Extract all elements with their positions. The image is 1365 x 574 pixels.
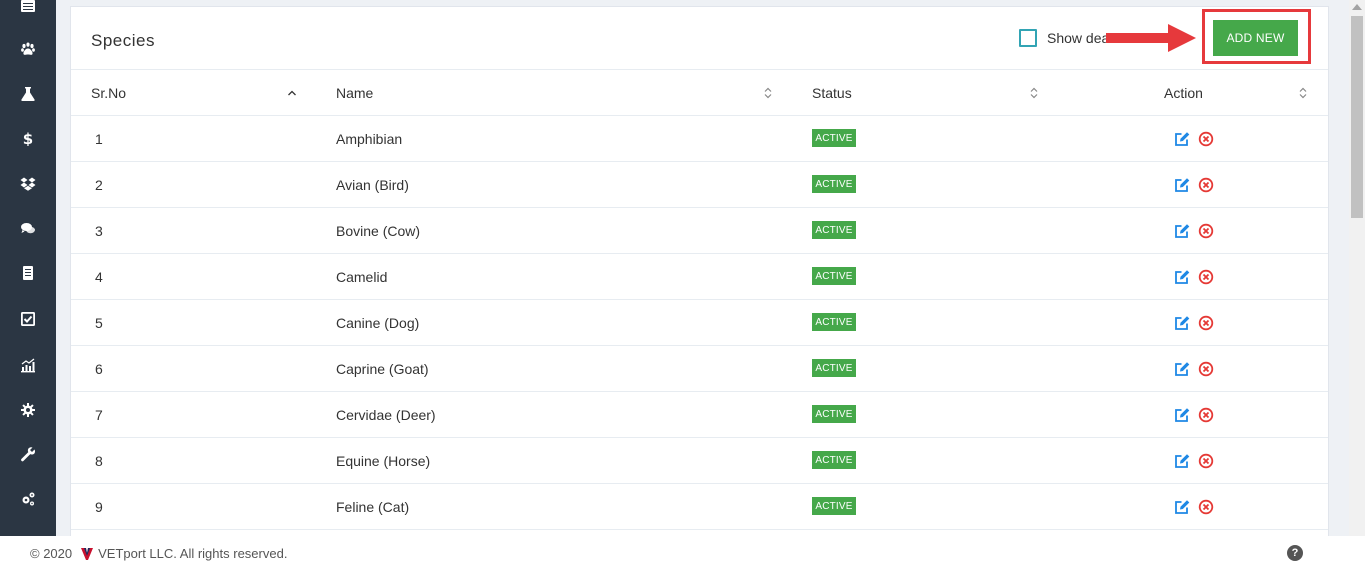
status-badge: ACTIVE <box>812 359 856 377</box>
table-icon[interactable] <box>16 0 40 18</box>
scrollbar-thumb[interactable] <box>1351 16 1363 218</box>
column-header-srno[interactable]: Sr.No <box>91 85 126 101</box>
table-header: Sr.No Name Status Action <box>71 69 1328 116</box>
row-srno: 9 <box>95 499 103 515</box>
page-title: Species <box>91 31 155 50</box>
wrench-icon[interactable] <box>16 442 40 466</box>
paw-icon[interactable] <box>16 37 40 61</box>
sort-asc-icon[interactable] <box>287 86 297 100</box>
column-header-action[interactable]: Action <box>1164 85 1203 101</box>
sort-both-icon[interactable] <box>1298 86 1308 100</box>
delete-icon[interactable] <box>1198 315 1214 331</box>
row-name: Amphibian <box>336 131 403 147</box>
company-name: VETport LLC. All rights reserved. <box>98 546 288 561</box>
copyright-year: © 2020 <box>30 546 73 561</box>
chart-icon[interactable] <box>16 353 40 377</box>
edit-icon[interactable] <box>1174 269 1190 285</box>
row-name: Equine (Horse) <box>336 453 431 469</box>
table-row: 5 Canine (Dog) ACTIVE <box>71 300 1328 346</box>
table-row: 6 Caprine (Goat) ACTIVE <box>71 346 1328 392</box>
edit-icon[interactable] <box>1174 453 1190 469</box>
edit-icon[interactable] <box>1174 131 1190 147</box>
status-badge: ACTIVE <box>812 129 856 147</box>
show-deactivated-checkbox[interactable] <box>1019 29 1037 47</box>
row-srno: 2 <box>95 177 103 193</box>
row-name: Camelid <box>336 269 388 285</box>
status-badge: ACTIVE <box>812 451 856 469</box>
row-srno: 3 <box>95 223 103 239</box>
delete-icon[interactable] <box>1198 177 1214 193</box>
highlight-box <box>1202 9 1311 64</box>
footer: © 2020 VETport LLC. All rights reserved.… <box>0 536 1365 574</box>
flask-icon[interactable] <box>16 82 40 106</box>
sidebar: $ <box>0 0 56 536</box>
edit-icon[interactable] <box>1174 315 1190 331</box>
comments-icon[interactable] <box>16 217 40 241</box>
gears-icon[interactable] <box>16 487 40 511</box>
delete-icon[interactable] <box>1198 499 1214 515</box>
table-row: 2 Avian (Bird) ACTIVE <box>71 162 1328 208</box>
column-header-name[interactable]: Name <box>336 85 373 101</box>
scroll-up-arrow-icon[interactable] <box>1352 4 1362 10</box>
status-badge: ACTIVE <box>812 405 856 423</box>
delete-icon[interactable] <box>1198 223 1214 239</box>
delete-icon[interactable] <box>1198 269 1214 285</box>
vetport-logo-icon <box>81 547 94 560</box>
row-name: Canine (Dog) <box>336 315 420 331</box>
row-srno: 7 <box>95 407 103 423</box>
table-row: 1 Amphibian ACTIVE <box>71 116 1328 162</box>
dollar-icon[interactable]: $ <box>16 126 40 150</box>
sort-both-icon[interactable] <box>763 86 773 100</box>
footer-copyright: © 2020 VETport LLC. All rights reserved. <box>30 546 287 561</box>
row-name: Bovine (Cow) <box>336 223 421 239</box>
status-badge: ACTIVE <box>812 221 856 239</box>
status-badge: ACTIVE <box>812 175 856 193</box>
row-srno: 1 <box>95 131 103 147</box>
table-row: 4 Camelid ACTIVE <box>71 254 1328 300</box>
help-icon[interactable]: ? <box>1287 545 1303 561</box>
delete-icon[interactable] <box>1198 131 1214 147</box>
delete-icon[interactable] <box>1198 407 1214 423</box>
edit-icon[interactable] <box>1174 407 1190 423</box>
edit-icon[interactable] <box>1174 499 1190 515</box>
row-name: Avian (Bird) <box>336 177 409 193</box>
annotation-arrow-icon <box>1106 24 1196 52</box>
gear-icon[interactable] <box>16 398 40 422</box>
status-badge: ACTIVE <box>812 313 856 331</box>
document-icon[interactable] <box>16 261 40 285</box>
table-row: 8 Equine (Horse) ACTIVE <box>71 438 1328 484</box>
table-row: 3 Bovine (Cow) ACTIVE <box>71 208 1328 254</box>
edit-icon[interactable] <box>1174 177 1190 193</box>
table-row: 9 Feline (Cat) ACTIVE <box>71 484 1328 530</box>
status-badge: ACTIVE <box>812 497 856 515</box>
sort-both-icon[interactable] <box>1029 86 1039 100</box>
row-srno: 8 <box>95 453 103 469</box>
table-row: 7 Cervidae (Deer) ACTIVE <box>71 392 1328 438</box>
row-name: Feline (Cat) <box>336 499 410 515</box>
column-header-status[interactable]: Status <box>812 85 852 101</box>
checkbox-icon[interactable] <box>16 307 40 331</box>
delete-icon[interactable] <box>1198 361 1214 377</box>
species-panel: Species Show deactivated ADD NEW Sr.No N… <box>70 6 1329 546</box>
row-name: Caprine (Goat) <box>336 361 429 377</box>
delete-icon[interactable] <box>1198 453 1214 469</box>
row-srno: 5 <box>95 315 103 331</box>
row-srno: 4 <box>95 269 103 285</box>
row-name: Cervidae (Deer) <box>336 407 436 423</box>
edit-icon[interactable] <box>1174 223 1190 239</box>
dropbox-icon[interactable] <box>16 172 40 196</box>
svg-text:$: $ <box>23 130 33 146</box>
row-srno: 6 <box>95 361 103 377</box>
edit-icon[interactable] <box>1174 361 1190 377</box>
status-badge: ACTIVE <box>812 267 856 285</box>
